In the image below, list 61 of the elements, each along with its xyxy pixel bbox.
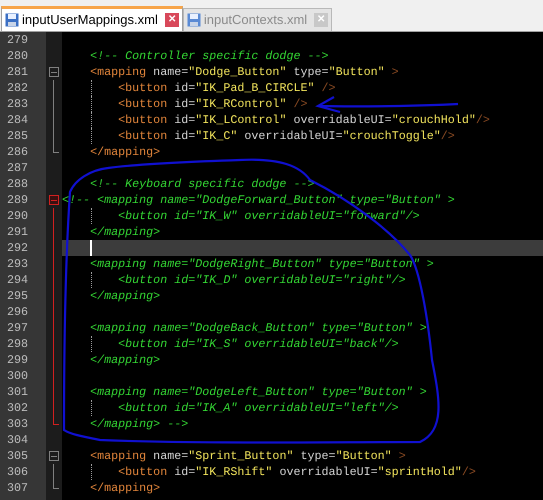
file-tab[interactable]: inputContexts.xml ✕ [182, 8, 332, 31]
line-number: 305 [7, 449, 28, 463]
indent-guide [91, 208, 92, 224]
text-cursor [90, 240, 92, 256]
indent-guide [91, 464, 92, 480]
line-number: 304 [7, 433, 28, 447]
line-number: 292 [7, 241, 28, 255]
line-number: 303 [7, 417, 28, 431]
close-tab-button[interactable]: ✕ [164, 13, 179, 27]
indent-guide [91, 336, 92, 352]
line-number: 285 [7, 129, 28, 143]
code-comment: <button id="IK_A" overridableUI="left"/> [118, 401, 399, 415]
code-comment: <mapping name="DodgeLeft_Button" type="Button" > [90, 385, 427, 399]
indent-guide [91, 400, 92, 416]
file-tab[interactable]: inputUserMappings.xml ✕ [1, 6, 183, 31]
line-number: 307 [7, 481, 28, 495]
fold-toggle-icon[interactable] [49, 195, 59, 205]
code-line: <mapping name="Dodge_Button" type="Button" > [90, 65, 399, 79]
line-number: 282 [7, 81, 28, 95]
line-number: 302 [7, 401, 28, 415]
code-line: <button id="IK_RShift" overridableUI="sprintHold"/> [118, 465, 476, 479]
code-line: <button id="IK_LControl" overridableUI="crouchHold"/> [118, 113, 490, 127]
fold-toggle-icon[interactable] [49, 67, 59, 77]
line-number: 295 [7, 289, 28, 303]
line-number: 299 [7, 353, 28, 367]
line-number: 306 [7, 465, 28, 479]
code-comment: <button id="IK_S" overridableUI="back"/> [118, 337, 399, 351]
code-comment: </mapping> [90, 353, 160, 367]
line-number: 301 [7, 385, 28, 399]
line-number: 297 [7, 321, 28, 335]
line-number: 296 [7, 305, 28, 319]
line-number: 298 [7, 337, 28, 351]
line-number: 294 [7, 273, 28, 287]
code-comment: </mapping> --> [90, 417, 188, 431]
line-number: 300 [7, 369, 28, 383]
line-number: 281 [7, 65, 28, 79]
line-number: 280 [7, 49, 28, 63]
code-line: <button id="IK_RControl" /> [118, 97, 308, 111]
fold-toggle-icon[interactable] [49, 451, 59, 461]
line-number: 287 [7, 161, 28, 175]
line-number: 288 [7, 177, 28, 191]
code-line: </mapping> [90, 145, 160, 159]
code-comment: <!-- Controller specific dodge --> [90, 49, 329, 63]
code-comment: <mapping name="DodgeBack_Button" type="Button" > [90, 321, 427, 335]
code-comment: </mapping> [90, 289, 160, 303]
code-comment: </mapping> [90, 225, 160, 239]
line-number: 283 [7, 97, 28, 111]
line-number: 291 [7, 225, 28, 239]
line-number: 289 [7, 193, 28, 207]
indent-guide [91, 272, 92, 288]
code-line: <mapping name="Sprint_Button" type="Button" > [90, 449, 406, 463]
line-number: 293 [7, 257, 28, 271]
code-comment: <!-- Keyboard specific dodge --> [90, 177, 314, 191]
line-number: 284 [7, 113, 28, 127]
line-number: 290 [7, 209, 28, 223]
code-line: <button id="IK_Pad_B_CIRCLE" /> [118, 81, 336, 95]
line-number: 286 [7, 145, 28, 159]
code-line: <button id="IK_C" overridableUI="crouchToggle"/> [118, 129, 455, 143]
line-number: 279 [7, 33, 28, 47]
code-line: </mapping> [90, 481, 160, 495]
code-comment: <button id="IK_D" overridableUI="right"/> [118, 273, 406, 287]
